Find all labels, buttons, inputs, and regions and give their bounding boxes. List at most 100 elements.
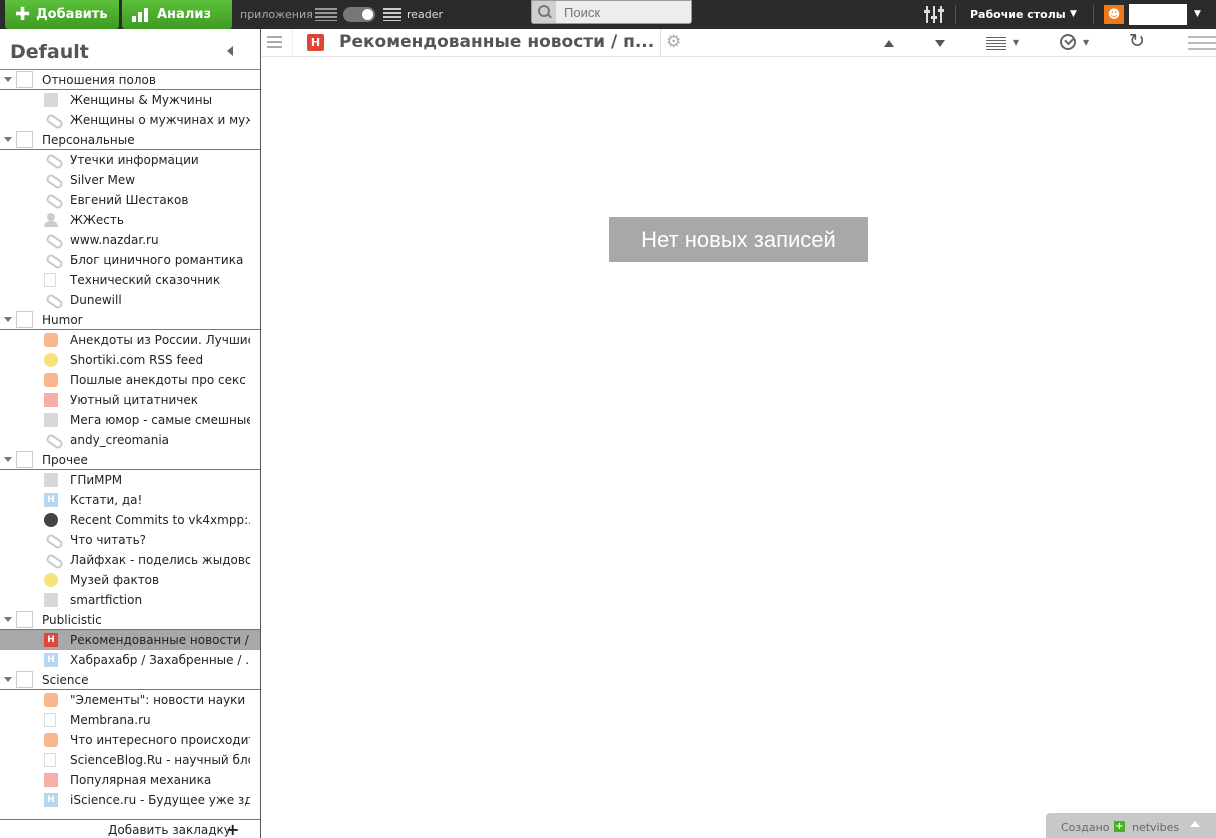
- created-label: Создано: [1061, 821, 1110, 834]
- feed-label: Технический сказочник: [70, 273, 221, 287]
- view-mode-icon[interactable]: [986, 37, 1006, 50]
- search-icon[interactable]: [532, 1, 556, 23]
- feed-favicon-icon: [44, 233, 58, 247]
- chevron-down-icon[interactable]: [4, 77, 12, 82]
- feed-item[interactable]: ScienceBlog.Ru - научный блог: [0, 750, 260, 770]
- feed-item[interactable]: Н Рекомендованные новости / ...: [0, 630, 260, 650]
- feed-item[interactable]: Н Кстати, да!: [0, 490, 260, 510]
- feed-label: Dunewill: [70, 293, 122, 307]
- bar-chart-icon: [132, 7, 150, 22]
- feed-item[interactable]: Silver Mew: [0, 170, 260, 190]
- feed-item[interactable]: Технический сказочник: [0, 270, 260, 290]
- feed-item[interactable]: Женщины о мужчинах и муж...: [0, 110, 260, 130]
- feed-favicon-icon: Н: [44, 793, 58, 807]
- user-name-box[interactable]: [1129, 4, 1187, 25]
- feed-label: Музей фактов: [70, 573, 160, 587]
- reader-mode-label[interactable]: reader: [407, 8, 443, 21]
- sidebar-header: Default: [0, 29, 260, 70]
- chevron-up-icon[interactable]: [1190, 821, 1200, 827]
- chevron-down-icon[interactable]: ▼: [1083, 38, 1089, 47]
- category-row[interactable]: Humor: [0, 310, 260, 330]
- chevron-down-icon[interactable]: [4, 677, 12, 682]
- feed-item[interactable]: Н Хабрахабр / Захабренные / ...: [0, 650, 260, 670]
- feed-label: "Элементы": новости науки: [70, 693, 246, 707]
- feed-favicon-icon: [44, 573, 58, 587]
- chevron-down-icon[interactable]: [4, 617, 12, 622]
- feed-item[interactable]: smartfiction: [0, 590, 260, 610]
- apps-mode-label[interactable]: приложения: [240, 8, 313, 21]
- chevron-down-icon[interactable]: ▼: [1194, 9, 1201, 19]
- previous-item-icon[interactable]: [884, 40, 894, 47]
- feed-favicon-icon: [44, 593, 58, 607]
- chevron-down-icon[interactable]: [4, 457, 12, 462]
- category-checkbox[interactable]: [16, 131, 33, 148]
- chevron-down-icon[interactable]: [4, 317, 12, 322]
- category-checkbox[interactable]: [16, 611, 33, 628]
- category-checkbox[interactable]: [16, 671, 33, 688]
- search-input[interactable]: [556, 4, 686, 20]
- divider: [1093, 5, 1094, 24]
- category-row[interactable]: Персональные: [0, 130, 260, 150]
- feed-item[interactable]: Музей фактов: [0, 570, 260, 590]
- feed-item[interactable]: "Элементы": новости науки: [0, 690, 260, 710]
- feed-item[interactable]: ГПиМРМ: [0, 470, 260, 490]
- feed-item[interactable]: Что читать?: [0, 530, 260, 550]
- category-checkbox[interactable]: [16, 311, 33, 328]
- feed-label: Популярная механика: [70, 773, 212, 787]
- mark-read-icon[interactable]: [1060, 34, 1076, 50]
- options-list-icon[interactable]: [1188, 36, 1216, 50]
- analysis-button[interactable]: Анализ: [122, 0, 232, 29]
- add-bookmark-link[interactable]: Добавить закладку: [108, 823, 231, 837]
- feed-item[interactable]: Membrana.ru: [0, 710, 260, 730]
- next-item-icon[interactable]: [935, 40, 945, 47]
- category-checkbox[interactable]: [16, 451, 33, 468]
- avatar[interactable]: ☻: [1104, 5, 1124, 24]
- feed-item[interactable]: www.nazdar.ru: [0, 230, 260, 250]
- category-checkbox[interactable]: [16, 71, 33, 88]
- search-box: [531, 0, 692, 24]
- refresh-icon[interactable]: ↻: [1129, 32, 1145, 51]
- feed-favicon-icon: [44, 513, 58, 527]
- feed-favicon-icon: [44, 373, 58, 387]
- category-row[interactable]: Прочее: [0, 450, 260, 470]
- menu-icon[interactable]: [267, 36, 282, 49]
- plus-icon[interactable]: +: [226, 820, 239, 838]
- feed-item[interactable]: ЖЖесть: [0, 210, 260, 230]
- chevron-down-icon[interactable]: ▼: [1013, 38, 1019, 47]
- chevron-down-icon[interactable]: ▼: [1070, 9, 1077, 19]
- feed-label: Что интересного происходит ...: [70, 733, 250, 747]
- chevron-down-icon[interactable]: [4, 137, 12, 142]
- created-by-badge[interactable]: Создано + netvibes: [1046, 813, 1216, 838]
- mode-toggle[interactable]: [343, 7, 375, 22]
- feed-item[interactable]: Shortiki.com RSS feed: [0, 350, 260, 370]
- feed-item[interactable]: Блог циничного романтика: [0, 250, 260, 270]
- category-row[interactable]: Science: [0, 670, 260, 690]
- add-button[interactable]: ✚ Добавить: [5, 0, 119, 29]
- feed-item[interactable]: Recent Commits to vk4xmpp:...: [0, 510, 260, 530]
- feed-item[interactable]: Dunewill: [0, 290, 260, 310]
- category-row[interactable]: Отношения полов: [0, 70, 260, 90]
- feed-label: ScienceBlog.Ru - научный блог: [70, 753, 250, 767]
- feed-item[interactable]: Лайфхак - поделись жыдовс...: [0, 550, 260, 570]
- category-label: Отношения полов: [42, 73, 156, 87]
- settings-sliders-icon[interactable]: [924, 6, 944, 23]
- reader-list-icon[interactable]: [383, 8, 401, 21]
- feed-item[interactable]: НiScience.ru - Будущее уже зд...: [0, 790, 260, 810]
- feed-item[interactable]: Евгений Шестаков: [0, 190, 260, 210]
- feed-item[interactable]: Утечки информации: [0, 150, 260, 170]
- desktops-menu[interactable]: Рабочие столы: [970, 8, 1066, 21]
- category-label: Прочее: [42, 453, 88, 467]
- feed-item[interactable]: Популярная механика: [0, 770, 260, 790]
- gear-icon[interactable]: ⚙: [666, 34, 681, 51]
- feed-item[interactable]: Анекдоты из России. Лучшие...: [0, 330, 260, 350]
- feed-item[interactable]: Пошлые анекдоты про секс: [0, 370, 260, 390]
- feed-item[interactable]: Что интересного происходит ...: [0, 730, 260, 750]
- category-row[interactable]: Publicistic: [0, 610, 260, 630]
- feed-item[interactable]: andy_creomania: [0, 430, 260, 450]
- feed-item[interactable]: Мега юмор - самые смешные...: [0, 410, 260, 430]
- widgets-grid-icon[interactable]: [315, 8, 337, 21]
- collapse-sidebar-icon[interactable]: [227, 46, 233, 56]
- feed-item[interactable]: Уютный цитатничек: [0, 390, 260, 410]
- feed-item[interactable]: Женщины & Мужчины: [0, 90, 260, 110]
- feed-label: www.nazdar.ru: [70, 233, 159, 247]
